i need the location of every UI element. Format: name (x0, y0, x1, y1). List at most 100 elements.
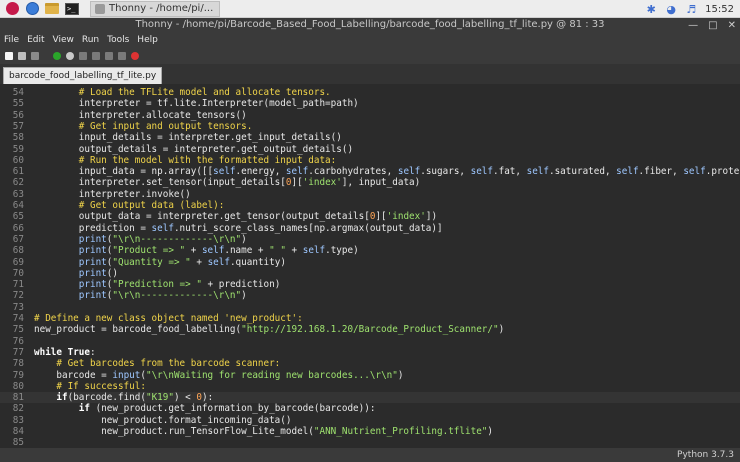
line-number: 58 (12, 132, 24, 144)
line-number: 76 (12, 335, 24, 347)
code-line[interactable]: 54 # Load the TFLite model and allocate … (0, 87, 740, 98)
code-line[interactable]: 85 (0, 437, 740, 448)
code-text: # Get input and output tensors. (34, 120, 253, 132)
code-line[interactable]: 57 # Get input and output tensors. (0, 121, 740, 132)
code-token-text: ) (241, 233, 247, 245)
code-line[interactable]: 69 print("Quantity => " + self.quantity) (0, 257, 740, 268)
menu-edit[interactable]: Edit (27, 35, 44, 45)
code-token-comment: # Get input and output tensors. (78, 120, 253, 132)
code-line[interactable]: 74 # Define a new class object named 'new… (0, 313, 740, 324)
menu-tools[interactable]: Tools (107, 35, 129, 45)
tab-barcode-food-labelling[interactable]: barcode_food_labelling_tf_lite.py (3, 67, 163, 84)
menu-file[interactable]: File (4, 35, 19, 45)
code-line[interactable]: 67 print("\r\n-------------\r\n") (0, 234, 740, 245)
code-line[interactable]: 70 print() (0, 268, 740, 279)
code-line[interactable]: 56 interpreter.allocate_tensors() (0, 110, 740, 121)
code-editor[interactable]: 54 # Load the TFLite model and allocate … (0, 84, 740, 448)
code-line[interactable]: 81 if(barcode.find("K19") < 0): (0, 392, 740, 404)
step-out-icon[interactable] (105, 52, 113, 60)
window-title-bar[interactable]: Thonny - /home/pi/Barcode_Based_Food_Lab… (0, 18, 740, 32)
code-line[interactable]: 62 interpreter.set_tensor(input_details[… (0, 177, 740, 188)
code-line[interactable]: 72 print("\r\n-------------\r\n") (0, 290, 740, 301)
code-line[interactable]: 73 (0, 302, 740, 313)
line-number: 61 (12, 166, 24, 178)
line-number: 71 (12, 279, 24, 291)
minimize-icon[interactable]: — (688, 19, 698, 33)
browser-icon[interactable] (24, 2, 40, 16)
code-token-text: ) (487, 426, 493, 437)
raspberry-menu-icon[interactable] (4, 2, 20, 16)
interpreter-status[interactable]: Python 3.7.3 (677, 448, 734, 462)
code-token-self: self (285, 166, 309, 178)
wifi-icon[interactable]: ◕ (665, 3, 677, 16)
code-line[interactable]: 64 # Get output data (label): (0, 200, 740, 211)
code-line[interactable]: 84 new_product.run_TensorFlow_Lite_model… (0, 426, 740, 437)
code-line[interactable]: 71 print("Prediction => " + prediction) (0, 279, 740, 290)
resume-icon[interactable] (118, 52, 126, 60)
code-line[interactable]: 79 barcode = input("\r\nWaiting for read… (0, 370, 740, 381)
maximize-icon[interactable]: □ (708, 19, 717, 33)
code-line[interactable]: 66 prediction = self.nutri_score_class_n… (0, 223, 740, 234)
menu-help[interactable]: Help (137, 35, 158, 45)
code-token-string: 'index' (302, 177, 342, 189)
bluetooth-icon[interactable]: ✱ (645, 3, 657, 16)
terminal-icon[interactable]: >_ (64, 2, 80, 16)
code-token-self: print (78, 279, 107, 291)
code-line[interactable]: 68 print("Product => " + self.name + " "… (0, 245, 740, 256)
code-token-text: .quantity) (229, 256, 286, 268)
code-line[interactable]: 82 if (new_product.get_information_by_ba… (0, 403, 740, 414)
line-number: 73 (12, 301, 24, 313)
close-icon[interactable]: ✕ (728, 19, 736, 33)
code-line[interactable]: 76 (0, 336, 740, 347)
editor-tab-bar: barcode_food_labelling_tf_lite.py (0, 64, 740, 84)
code-line[interactable]: 58 input_details = interpreter.get_input… (0, 132, 740, 143)
code-line[interactable]: 77 while True: (0, 347, 740, 358)
menu-run[interactable]: Run (82, 35, 99, 45)
code-line[interactable]: 55 interpreter = tf.lite.Interpreter(mod… (0, 98, 740, 109)
volume-icon[interactable]: ♬ (685, 3, 697, 16)
code-token-string: "Prediction => " (112, 279, 202, 291)
save-file-icon[interactable] (31, 52, 39, 60)
menu-view[interactable]: View (53, 35, 74, 45)
file-manager-icon[interactable] (44, 2, 60, 16)
code-line[interactable]: 63 interpreter.invoke() (0, 189, 740, 200)
line-number: 85 (12, 437, 24, 448)
code-text: interpreter = tf.lite.Interpreter(model_… (34, 98, 359, 109)
code-token-string: "K19" (145, 392, 174, 404)
code-text: new_product.run_TensorFlow_Lite_model("A… (34, 426, 493, 437)
code-line[interactable]: 78 # Get barcodes from the barcode scann… (0, 358, 740, 369)
code-token-self: print (78, 290, 107, 302)
debug-icon[interactable] (66, 52, 74, 60)
code-token-text: ], input_data) (341, 177, 421, 189)
line-number: 70 (12, 267, 24, 279)
step-over-icon[interactable] (79, 52, 87, 60)
stop-icon[interactable] (131, 52, 139, 60)
new-file-icon[interactable] (5, 52, 13, 60)
window-title: Thonny - /home/pi/Barcode_Based_Food_Lab… (135, 19, 605, 30)
code-line[interactable]: 65 output_data = interpreter.get_tensor(… (0, 211, 740, 222)
code-line[interactable]: 60 # Run the model with the formatted in… (0, 155, 740, 166)
code-line[interactable]: 83 new_product.format_incoming_data() (0, 415, 740, 426)
code-line[interactable]: 61 input_data = np.array([[self.energy, … (0, 166, 740, 177)
code-text: print("\r\n-------------\r\n") (34, 290, 247, 301)
code-token-text: ) (498, 324, 505, 336)
code-line[interactable]: 59 output_details = interpreter.get_outp… (0, 144, 740, 155)
code-token-string: "\r\n-------------\r\n" (112, 233, 242, 245)
run-icon[interactable] (53, 52, 61, 60)
line-number: 69 (12, 256, 24, 268)
line-number: 62 (12, 177, 24, 189)
open-file-icon[interactable] (18, 52, 26, 60)
code-token-keyword: if (78, 403, 90, 415)
clock[interactable]: 15:52 (705, 4, 734, 15)
code-line[interactable]: 80 # If successful: (0, 381, 740, 392)
status-bar: Python 3.7.3 (0, 448, 740, 462)
taskbar-thonny-button[interactable]: Thonny - /home/pi/... (90, 0, 220, 17)
code-line[interactable]: 75 new_product = barcode_food_labelling("… (0, 324, 740, 335)
step-into-icon[interactable] (92, 52, 100, 60)
line-number: 82 (12, 403, 24, 415)
code-token-comment: # Define a new class object named 'new_p… (34, 313, 303, 324)
line-number: 79 (12, 369, 24, 381)
